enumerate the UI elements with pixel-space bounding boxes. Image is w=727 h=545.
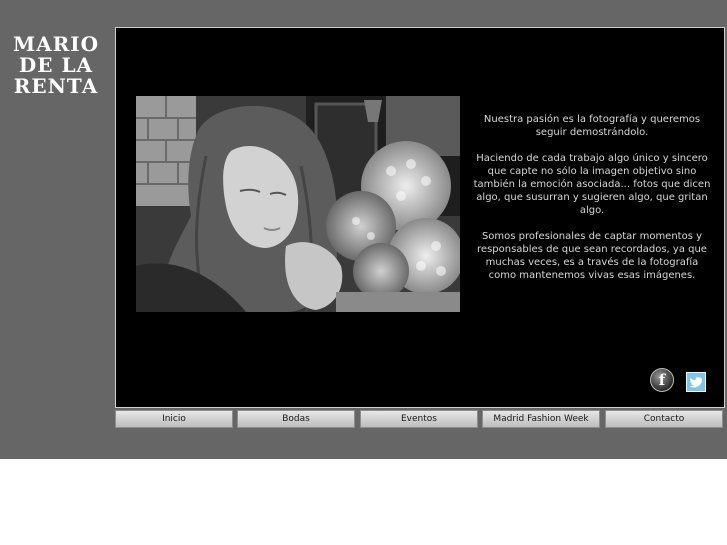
nav-item-inicio[interactable]: Inicio xyxy=(115,410,233,428)
main-nav: Inicio Bodas Eventos Madrid Fashion Week… xyxy=(115,410,725,428)
intro-paragraph-3: Somos profesionales de captar momentos y… xyxy=(477,231,707,281)
logo-line-1: MARIO xyxy=(12,32,100,56)
hero-photo xyxy=(136,96,460,312)
intro-paragraph-1: Nuestra pasión es la fotografía y querem… xyxy=(483,114,701,138)
content-frame: Nuestra pasión es la fotografía y querem… xyxy=(115,27,725,408)
nav-item-eventos[interactable]: Eventos xyxy=(360,410,478,428)
nav-item-contacto[interactable]: Contacto xyxy=(605,410,723,428)
nav-item-madrid-fashion-week[interactable]: Madrid Fashion Week xyxy=(482,410,600,428)
logo-line-2: DE LA xyxy=(18,53,94,77)
nav-item-bodas[interactable]: Bodas xyxy=(237,410,355,428)
twitter-icon[interactable] xyxy=(686,372,706,392)
site-logo[interactable]: MARIO DE LA RENTA xyxy=(6,34,106,97)
intro-paragraph-2: Haciendo de cada trabajo algo único y si… xyxy=(473,153,711,216)
logo-line-3: RENTA xyxy=(13,74,99,98)
facebook-glyph: f xyxy=(658,371,666,389)
facebook-icon[interactable]: f xyxy=(650,368,674,392)
twitter-bird-icon xyxy=(689,377,702,388)
intro-text: Nuestra pasión es la fotografía y querem… xyxy=(472,113,712,295)
